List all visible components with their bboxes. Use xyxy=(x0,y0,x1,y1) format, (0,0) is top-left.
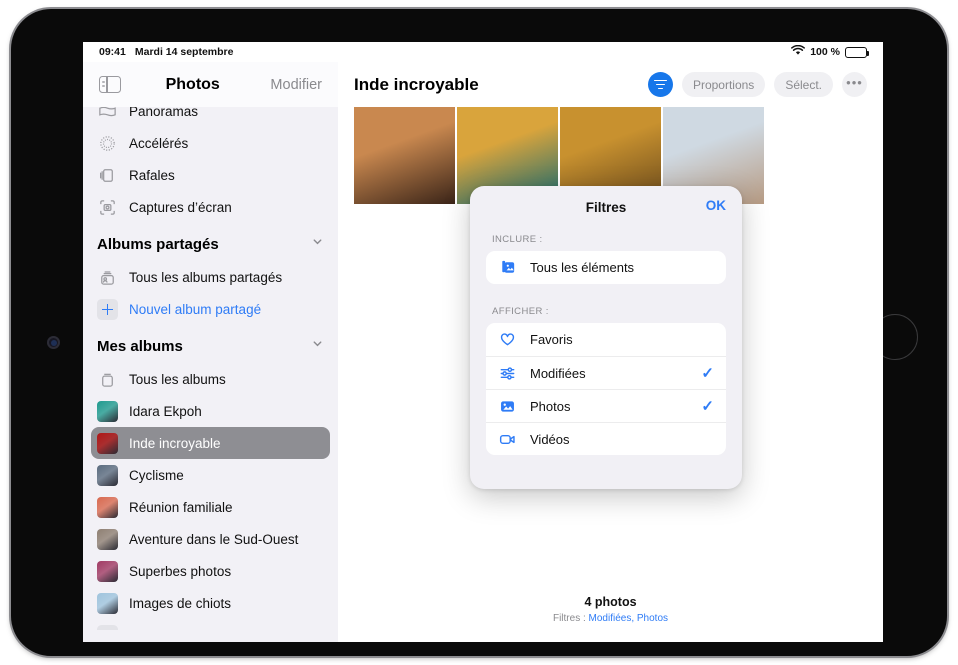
ellipsis-icon[interactable]: ••• xyxy=(842,72,867,97)
sidebar-item-label: Idara Ekpoh xyxy=(129,403,202,419)
show-options-card: Favoris Modifiées ✓ Photos ✓ Vidéos xyxy=(486,323,726,455)
album-thumbnail xyxy=(97,464,118,486)
album-thumbnail xyxy=(97,560,118,582)
dialog-title: Filtres xyxy=(585,199,627,215)
sidebar-item-1-1[interactable]: Idara Ekpoh xyxy=(91,395,330,427)
sidebar-item-1-6[interactable]: Superbes photos xyxy=(91,555,330,587)
sidebar-item-1-0[interactable]: Tous les albums xyxy=(91,363,330,395)
status-date: Mardi 14 septembre xyxy=(134,46,234,58)
sidebar-item-label: Images de chiots xyxy=(129,595,232,611)
plus-icon xyxy=(97,298,118,320)
album-thumbnail xyxy=(97,400,118,422)
include-options-card: Tous les éléments xyxy=(486,251,726,284)
include-option-0[interactable]: Tous les éléments xyxy=(486,251,726,284)
filter-icon[interactable] xyxy=(647,72,673,97)
sidebar-item-1-8[interactable]: Nouvel album xyxy=(91,619,330,630)
sidebar-item-1-3[interactable]: Cyclisme xyxy=(91,459,330,491)
sidebar-item-label: Superbes photos xyxy=(129,563,232,579)
status-left: 09:41 Mardi 14 septembre xyxy=(99,46,233,58)
sidebar: Photos Modifier Panoramas Accélérés Rafale… xyxy=(83,62,338,642)
sidebar-item-label: Nouvel album partagé xyxy=(129,301,262,317)
footer: 4 photos Filtres : Modifiées, Photos xyxy=(338,595,883,624)
filter-summary: Filtres : Modifiées, Photos xyxy=(338,613,883,624)
album-thumbnail xyxy=(97,592,118,614)
filters-dialog: Filtres OK INCLURE : Tous les éléments A… xyxy=(470,186,742,489)
edit-button[interactable]: Modifier xyxy=(270,77,322,93)
sidebar-item-label: Réunion familiale xyxy=(129,499,233,515)
sidebar-item-label: Nouvel album xyxy=(129,628,212,631)
album-thumbnail xyxy=(97,496,118,518)
sidebar-header: Photos Modifier xyxy=(83,62,338,107)
show-option-3[interactable]: Vidéos xyxy=(486,422,726,455)
device-frame: 09:41 Mardi 14 septembre 100 % Photos Mo… xyxy=(11,9,947,656)
filter-summary-active[interactable]: Modifiées, Photos xyxy=(589,613,669,624)
page-title: Inde incroyable xyxy=(354,74,479,94)
plus-icon xyxy=(97,624,118,630)
sidebar-item-label: Tous les albums partagés xyxy=(129,269,283,285)
battery-icon xyxy=(845,46,870,58)
sidebar-item-top-1[interactable]: Accélérés xyxy=(91,127,330,159)
ok-button[interactable]: OK xyxy=(706,198,726,213)
status-right: 100 % xyxy=(791,44,870,59)
sidebar-group-label: Albums partagés xyxy=(97,235,219,253)
select-button[interactable]: Sélect. xyxy=(774,72,833,97)
option-label: Vidéos xyxy=(530,431,570,447)
sidebar-group-label: Mes albums xyxy=(97,337,183,355)
show-option-0[interactable]: Favoris xyxy=(486,323,726,356)
sidebar-item-top-2[interactable]: Rafales xyxy=(91,159,330,191)
sidebar-item-label: Aventure dans le Sud-Ouest xyxy=(129,531,299,547)
sidebar-scroll[interactable]: Panoramas Accélérés Rafales Captures d’écra… xyxy=(83,95,338,630)
chevron-down-icon[interactable] xyxy=(311,235,324,253)
sidebar-item-1-7[interactable]: Images de chiots xyxy=(91,587,330,619)
option-label: Modifiées xyxy=(530,365,586,381)
sidebar-item-label: Captures d’écran xyxy=(129,199,232,215)
dialog-header: Filtres OK xyxy=(470,186,742,228)
sidebar-group-1[interactable]: Mes albums xyxy=(91,329,330,363)
sidebar-item-top-3[interactable]: Captures d’écran xyxy=(91,191,330,223)
photo-woman-red-sari[interactable] xyxy=(354,107,455,204)
option-label: Photos xyxy=(530,398,571,414)
sidebar-title: Photos xyxy=(165,75,220,93)
option-label: Favoris xyxy=(530,332,573,347)
filter-summary-prefix: Filtres : xyxy=(552,613,589,624)
checkmark-icon: ✓ xyxy=(701,398,714,415)
aspect-ratio-button[interactable]: Proportions xyxy=(681,72,766,97)
sidebar-item-1-5[interactable]: Aventure dans le Sud-Ouest xyxy=(91,523,330,555)
show-option-2[interactable]: Photos ✓ xyxy=(486,389,726,422)
sidebar-toggle-icon[interactable] xyxy=(99,75,121,93)
sidebar-item-0-0[interactable]: Tous les albums partagés xyxy=(91,261,330,293)
checkmark-icon: ✓ xyxy=(701,365,714,382)
sidebar-item-1-2[interactable]: Inde incroyable xyxy=(91,427,330,459)
album-thumbnail xyxy=(97,432,118,454)
option-label: Tous les éléments xyxy=(530,260,635,275)
sidebar-item-label: Inde incroyable xyxy=(129,435,221,451)
status-time: 09:41 xyxy=(99,46,126,58)
show-section-label: AFFICHER : xyxy=(492,306,549,317)
sidebar-item-label: Accélérés xyxy=(129,135,189,151)
screen: 09:41 Mardi 14 septembre 100 % Photos Mo… xyxy=(83,42,883,642)
main-toolbar: Inde incroyable Proportions Sélect. ••• xyxy=(338,62,883,107)
status-bar: 09:41 Mardi 14 septembre 100 % xyxy=(83,42,883,62)
sidebar-item-label: Cyclisme xyxy=(129,467,184,483)
include-section-label: INCLURE : xyxy=(492,234,543,245)
show-option-1[interactable]: Modifiées ✓ xyxy=(486,356,726,389)
sidebar-item-label: Tous les albums xyxy=(129,371,226,387)
sidebar-item-1-4[interactable]: Réunion familiale xyxy=(91,491,330,523)
sidebar-group-0[interactable]: Albums partagés xyxy=(91,227,330,261)
chevron-down-icon[interactable] xyxy=(311,337,324,355)
sidebar-item-0-1[interactable]: Nouvel album partagé xyxy=(91,293,330,325)
wifi-icon xyxy=(791,44,806,59)
photo-count: 4 photos xyxy=(584,595,637,609)
album-thumbnail xyxy=(97,528,118,550)
sidebar-item-label: Rafales xyxy=(129,167,175,183)
front-camera xyxy=(47,336,60,349)
battery-percent: 100 % xyxy=(810,46,840,58)
